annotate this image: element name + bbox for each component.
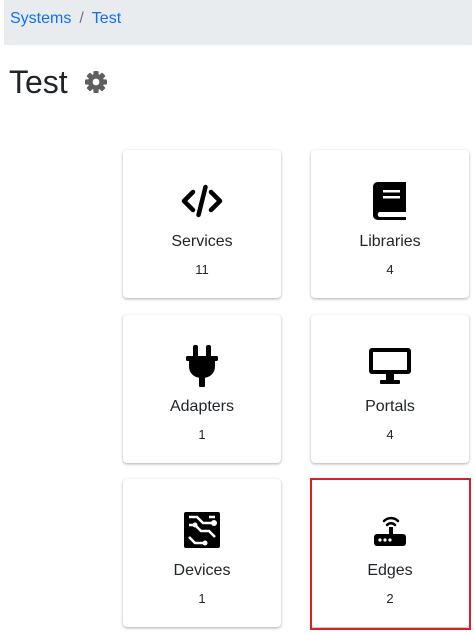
card-devices[interactable]: Devices 1	[123, 479, 281, 627]
breadcrumb-separator: /	[79, 10, 84, 27]
card-label: Libraries	[359, 233, 421, 250]
breadcrumb: Systems / Test	[4, 0, 472, 45]
code-icon	[123, 180, 281, 222]
card-count: 1	[198, 591, 206, 606]
card-label: Devices	[173, 562, 231, 579]
desktop-icon	[311, 345, 469, 387]
card-count: 4	[386, 427, 394, 442]
card-count: 2	[386, 591, 394, 606]
circuit-board-icon	[123, 509, 281, 551]
card-libraries[interactable]: Libraries 4	[311, 150, 469, 298]
card-count: 11	[195, 262, 209, 277]
card-label: Adapters	[169, 398, 235, 415]
card-adapters[interactable]: Adapters 1	[123, 315, 281, 463]
book-icon	[311, 180, 469, 222]
card-edges[interactable]: Edges 2	[311, 479, 469, 627]
card-label: Services	[171, 233, 233, 250]
gear-icon[interactable]	[84, 70, 108, 94]
page-title: Test	[9, 64, 68, 100]
card-services[interactable]: Services 11	[123, 150, 281, 298]
breadcrumb-item-test[interactable]: Test	[92, 10, 121, 27]
card-label: Portals	[365, 398, 415, 415]
card-count: 1	[198, 427, 206, 442]
breadcrumb-item-systems[interactable]: Systems	[10, 10, 71, 27]
card-label: Edges	[367, 562, 413, 579]
card-portals[interactable]: Portals 4	[311, 315, 469, 463]
plug-icon	[123, 345, 281, 387]
router-icon	[311, 509, 469, 551]
page-header: Test	[9, 62, 108, 102]
card-count: 4	[386, 262, 394, 277]
